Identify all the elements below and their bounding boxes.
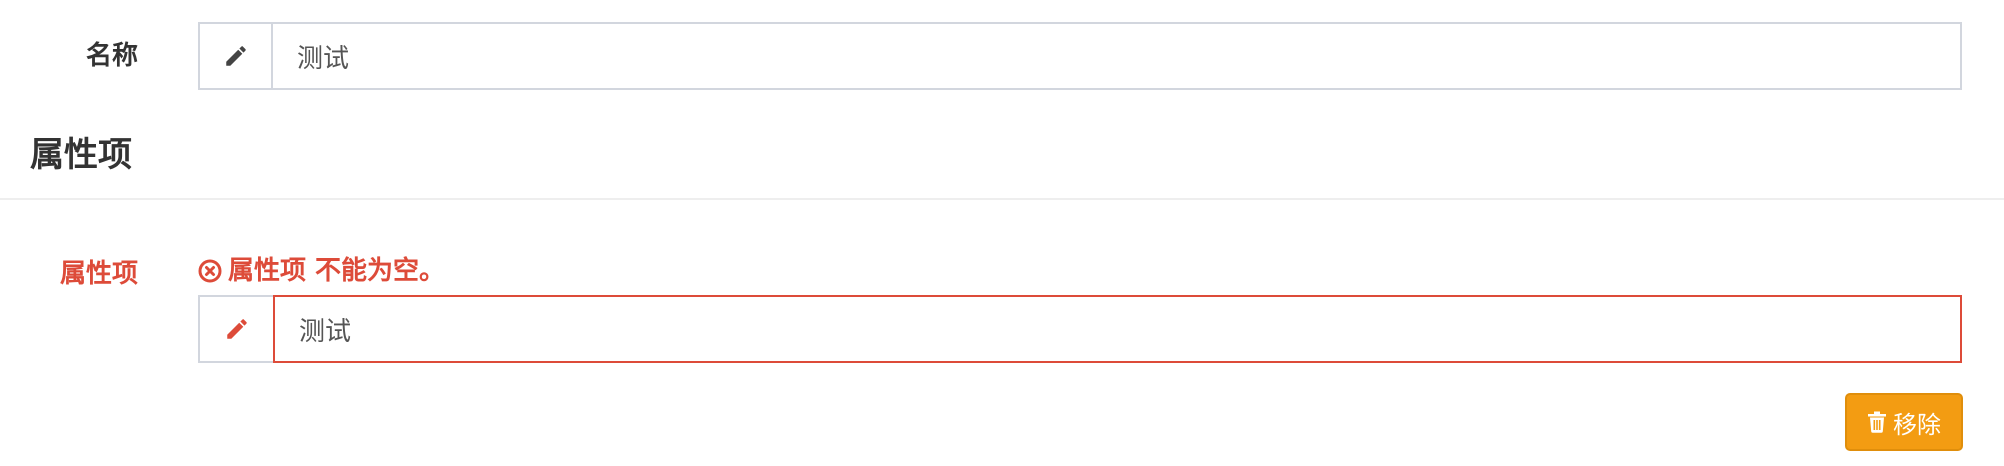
section-divider — [0, 198, 2004, 200]
attribute-input-group — [198, 295, 1962, 363]
name-label: 名称 — [85, 41, 138, 71]
pencil-icon — [226, 319, 247, 339]
error-text: 属性项 不能为空。 — [228, 256, 446, 286]
form-page: 名称 属性项 属性项 属性项 不能为空。 — [0, 0, 2004, 466]
attribute-error-message: 属性项 不能为空。 — [198, 258, 445, 284]
name-input-group — [198, 22, 1962, 90]
times-circle-icon — [198, 259, 222, 283]
trash-icon — [1868, 411, 1886, 433]
name-addon — [198, 22, 273, 90]
remove-button[interactable]: 移除 — [1845, 393, 1963, 451]
attribute-label: 属性项 — [59, 259, 138, 289]
section-title: 属性项 — [30, 135, 132, 175]
attribute-input[interactable] — [273, 295, 1962, 363]
remove-button-label: 移除 — [1893, 410, 1941, 439]
name-input[interactable] — [273, 22, 1962, 90]
attribute-addon — [198, 295, 273, 363]
pencil-icon — [225, 46, 246, 66]
